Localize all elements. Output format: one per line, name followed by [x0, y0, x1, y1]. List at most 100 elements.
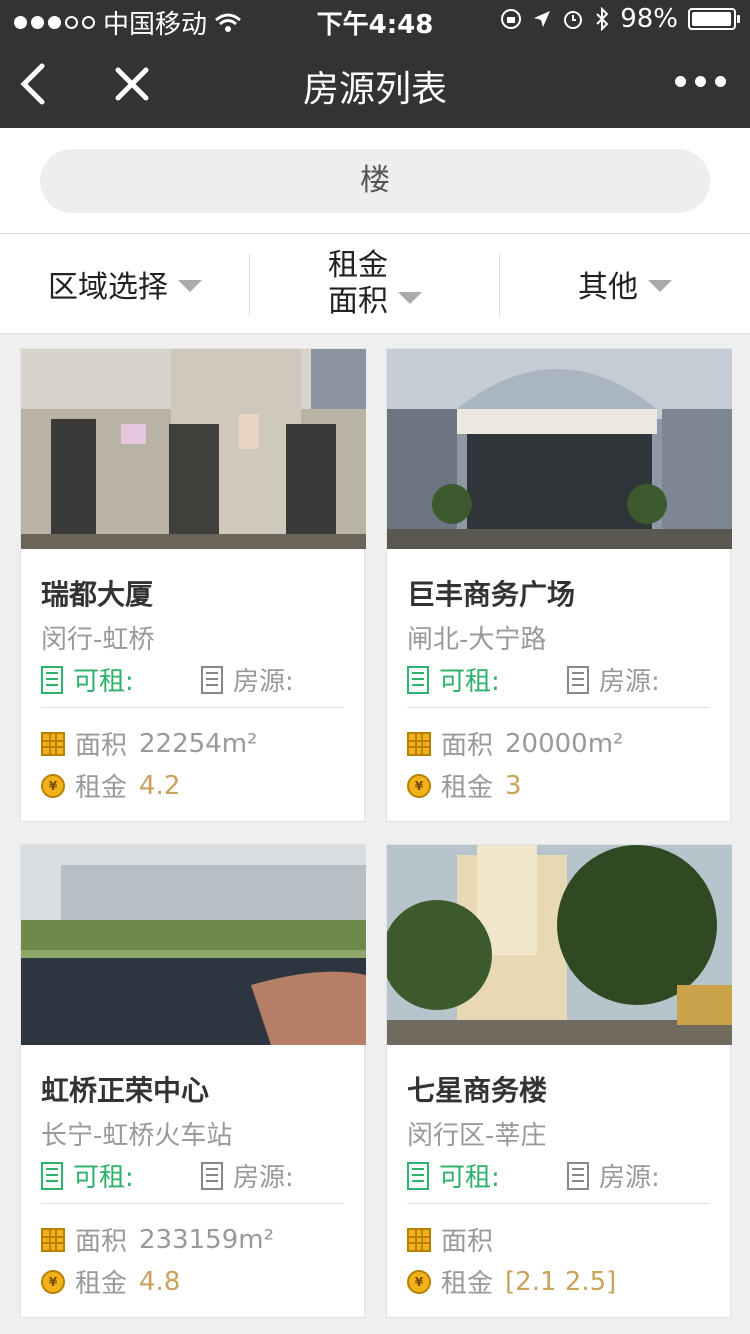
filter-rent-area-labels: 租金 面积 — [328, 248, 388, 320]
building-icon — [407, 1161, 429, 1190]
rent-value: 4.8 — [139, 1266, 181, 1297]
more-dots-icon[interactable] — [675, 76, 726, 87]
dropdown-arrow-icon — [648, 280, 672, 292]
location-icon — [534, 11, 551, 27]
grid-icon — [41, 1227, 65, 1252]
rooms-label: 房源: — [599, 1163, 660, 1193]
size-label: 面积 — [441, 1227, 494, 1257]
listing-card[interactable]: 七星商务楼 闵行区-莘庄 可租: 房源: 面积 ¥ 租金 [2.1 2.5] — [386, 844, 732, 1318]
available-label: 可租: — [439, 1163, 500, 1193]
filter-area-label: 面积 — [328, 284, 388, 319]
rooms-row: 房源: — [567, 661, 660, 698]
available-row: 可租: — [407, 1157, 500, 1194]
rooms-label: 房源: — [233, 1163, 294, 1193]
size-row: 面积 233159m² — [41, 1221, 274, 1258]
rent-value: 3 — [505, 770, 522, 801]
alarm-icon — [564, 11, 583, 29]
divider — [41, 1203, 344, 1204]
rent-row: ¥ 租金 4.8 — [41, 1263, 180, 1300]
building-icon — [567, 1161, 589, 1190]
battery-fill — [692, 12, 732, 26]
building-icon — [201, 665, 223, 694]
size-value: 233159m² — [139, 1224, 275, 1255]
coin-icon: ¥ — [407, 1269, 431, 1294]
size-label: 面积 — [441, 731, 494, 761]
size-value: 20000m² — [505, 728, 624, 759]
listing-district: 闵行区-莘庄 — [407, 1121, 547, 1151]
filter-region[interactable]: 区域选择 — [0, 234, 250, 334]
size-row: 面积 22254m² — [41, 725, 257, 762]
rent-row: ¥ 租金 [2.1 2.5] — [407, 1263, 616, 1300]
listing-district: 长宁-虹桥火车站 — [41, 1121, 233, 1151]
size-label: 面积 — [75, 1227, 128, 1257]
coin-icon: ¥ — [407, 773, 431, 798]
listing-card[interactable]: 虹桥正荣中心 长宁-虹桥火车站 可租: 房源: 面积 233159m² ¥ 租金… — [20, 844, 366, 1318]
rooms-row: 房源: — [201, 1157, 294, 1194]
divider — [41, 707, 344, 708]
size-row: 面积 20000m² — [407, 725, 623, 762]
filter-bar: 区域选择 租金 面积 其他 — [0, 234, 750, 334]
size-label: 面积 — [75, 731, 128, 761]
status-right: 98% — [500, 4, 740, 34]
listing-card[interactable]: 巨丰商务广场 闸北-大宁路 可租: 房源: 面积 20000m² ¥ 租金 3 — [386, 348, 732, 822]
rooms-label: 房源: — [599, 667, 660, 697]
dropdown-arrow-icon — [178, 280, 202, 292]
available-row: 可租: — [41, 661, 134, 698]
status-bar: 中国移动 下午4:48 98% — [0, 0, 750, 40]
available-label: 可租: — [73, 1163, 134, 1193]
coin-icon: ¥ — [41, 1269, 65, 1294]
listing-name: 虹桥正荣中心 — [41, 1074, 210, 1107]
rent-row: ¥ 租金 3 — [407, 767, 522, 804]
building-icon — [567, 665, 589, 694]
building-photo — [21, 845, 366, 1045]
nav-bar: 房源列表 — [0, 40, 750, 128]
coin-icon: ¥ — [41, 773, 65, 798]
grid-icon — [407, 1227, 431, 1252]
rooms-row: 房源: — [567, 1157, 660, 1194]
building-photo — [21, 349, 366, 549]
building-photo — [387, 845, 732, 1045]
available-label: 可租: — [439, 667, 500, 697]
rent-label: 租金 — [441, 1269, 494, 1299]
listing-name: 巨丰商务广场 — [407, 578, 576, 611]
building-icon — [407, 665, 429, 694]
battery-label: 98% — [620, 4, 678, 34]
rent-label: 租金 — [75, 1269, 128, 1299]
building-icon — [41, 665, 63, 694]
search-area: 楼 — [0, 128, 750, 234]
rotation-lock-icon — [501, 9, 522, 29]
grid-icon — [41, 731, 65, 756]
filter-rent-label: 租金 — [328, 248, 388, 283]
divider — [407, 707, 710, 708]
filter-rent-area[interactable]: 租金 面积 — [250, 234, 500, 334]
available-label: 可租: — [73, 667, 134, 697]
rent-label: 租金 — [441, 773, 494, 803]
listing-card[interactable]: 瑞都大厦 闵行-虹桥 可租: 房源: 面积 22254m² ¥ 租金 4.2 — [20, 348, 366, 822]
rent-value: 4.2 — [139, 770, 181, 801]
rooms-label: 房源: — [233, 667, 294, 697]
available-row: 可租: — [407, 661, 500, 698]
battery-icon — [688, 8, 740, 30]
rent-value: [2.1 2.5] — [505, 1266, 617, 1297]
filter-other-label: 其他 — [578, 270, 638, 305]
dropdown-arrow-icon — [398, 292, 422, 304]
building-icon — [201, 1161, 223, 1190]
bluetooth-icon — [596, 7, 609, 31]
filter-other[interactable]: 其他 — [500, 234, 750, 334]
listing-district: 闸北-大宁路 — [407, 625, 547, 655]
available-row: 可租: — [41, 1157, 134, 1194]
building-photo — [387, 349, 732, 549]
listing-district: 闵行-虹桥 — [41, 625, 155, 655]
divider — [407, 1203, 710, 1204]
size-value: 22254m² — [139, 728, 258, 759]
search-input[interactable]: 楼 — [40, 149, 710, 213]
rent-label: 租金 — [75, 773, 128, 803]
listing-name: 七星商务楼 — [407, 1074, 548, 1107]
filter-region-label: 区域选择 — [48, 270, 168, 305]
grid-icon — [407, 731, 431, 756]
rent-row: ¥ 租金 4.2 — [41, 767, 180, 804]
building-icon — [41, 1161, 63, 1190]
size-row: 面积 — [407, 1221, 505, 1258]
page-title: 房源列表 — [302, 69, 447, 110]
rooms-row: 房源: — [201, 661, 294, 698]
